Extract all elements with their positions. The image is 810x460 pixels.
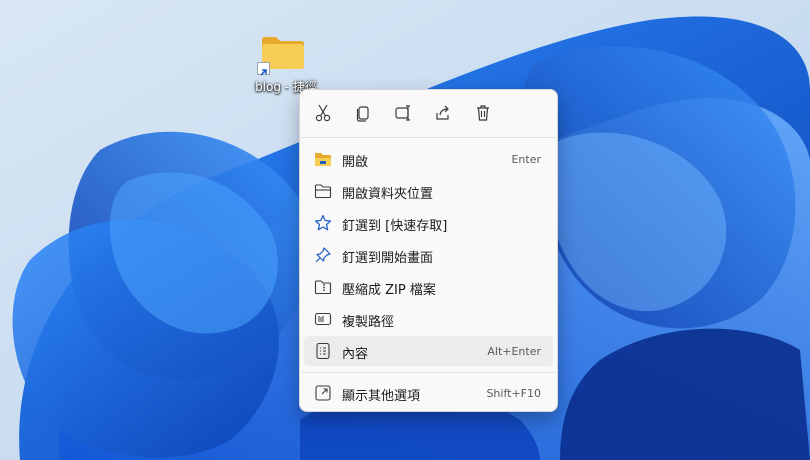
context-menu: 開啟 Enter 開啟資料夾位置 釘選到 [快速存取] 釘選到開始畫面 壓縮成 … [299,89,558,412]
open-folder-icon [315,153,331,166]
more-options-icon [315,385,331,401]
menu-separator [301,137,556,138]
menu-item-properties[interactable]: 內容 Alt+Enter [304,336,553,366]
menu-item-show-more-options[interactable]: 顯示其他選項 Shift+F10 [304,378,553,408]
pin-icon [315,247,331,263]
menu-item-shortcut: Alt+Enter [487,345,541,358]
menu-item-label: 壓縮成 ZIP 檔案 [342,283,436,298]
delete-icon [477,105,489,121]
menu-item-label: 開啟 [342,155,369,170]
quick-actions-bar [300,90,557,138]
menu-item-compress-zip[interactable]: 壓縮成 ZIP 檔案 [304,272,553,302]
rename-button[interactable] [392,102,414,124]
menu-separator [301,372,556,373]
star-icon [314,214,332,231]
folder-icon [314,184,332,199]
menu-item-pin-start[interactable]: 釘選到開始畫面 [304,240,553,270]
shortcut-arrow-icon [257,62,270,76]
menu-item-shortcut: Shift+F10 [486,387,541,400]
menu-item-label: 複製路徑 [342,315,395,330]
menu-item-open-folder-location[interactable]: 開啟資料夾位置 [304,176,553,206]
menu-item-label: 釘選到 [快速存取] [342,219,448,234]
menu-item-label: 內容 [342,347,369,362]
rename-icon [395,105,410,121]
copy-icon [356,106,369,122]
properties-icon [316,342,330,360]
zip-icon [314,280,332,295]
menu-item-label: 釘選到開始畫面 [342,251,434,266]
menu-item-pin-quick-access[interactable]: 釘選到 [快速存取] [304,208,553,238]
copy-path-icon [314,312,332,326]
cut-icon [315,104,331,122]
share-icon [436,105,449,120]
cut-button[interactable] [312,102,334,124]
menu-item-copy-path[interactable]: 複製路徑 [304,304,553,334]
menu-item-label: 開啟資料夾位置 [342,187,434,202]
share-button[interactable] [432,102,454,124]
menu-item-label: 顯示其他選項 [342,389,421,404]
delete-button[interactable] [472,102,494,124]
menu-item-open[interactable]: 開啟 Enter [304,144,553,174]
menu-item-shortcut: Enter [511,153,541,166]
copy-button[interactable] [352,102,374,124]
